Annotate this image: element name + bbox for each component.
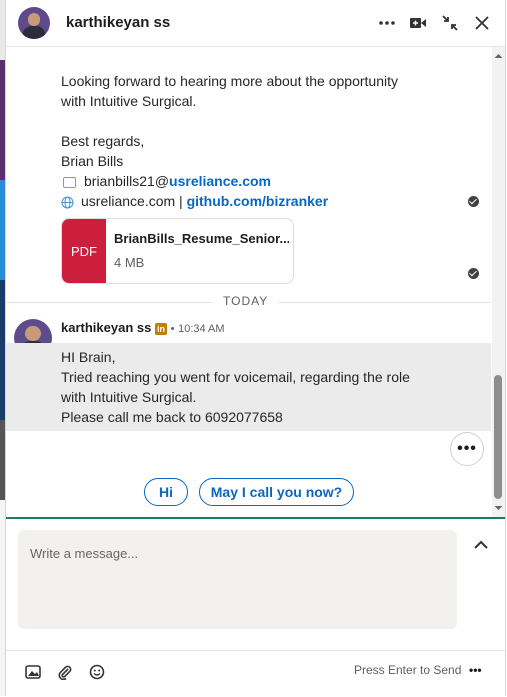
signoff-text: Best regards, xyxy=(61,133,145,149)
video-call-icon[interactable] xyxy=(407,12,429,34)
send-hint: Press Enter to Send xyxy=(354,663,462,677)
scroll-up-arrow-icon[interactable] xyxy=(492,51,505,61)
compose-divider xyxy=(6,517,505,519)
image-icon[interactable] xyxy=(22,661,44,683)
scrollbar[interactable] xyxy=(492,47,505,517)
send-options-button[interactable]: ••• xyxy=(469,663,482,677)
message-list[interactable]: Looking forward to hearing more about th… xyxy=(6,47,491,517)
message-line: Tried reaching you went for voicemail, r… xyxy=(61,369,410,385)
highlighted-message: HI Brain, Tried reaching you went for vo… xyxy=(6,343,491,431)
sender-name[interactable]: karthikeyan ss xyxy=(61,320,151,335)
linkedin-icon: in xyxy=(154,322,167,335)
email-icon xyxy=(63,176,76,188)
chevron-up-icon[interactable] xyxy=(470,534,492,556)
scroll-down-arrow-icon[interactable] xyxy=(492,503,505,513)
site-text: usreliance.com xyxy=(81,193,176,209)
date-divider-label: TODAY xyxy=(213,294,279,308)
minimize-icon[interactable] xyxy=(439,12,461,34)
website-line: usreliance.com | github.com/bizranker xyxy=(61,191,328,211)
message-options-button[interactable]: ••• xyxy=(450,432,484,466)
email-user: brianbills21@ xyxy=(84,173,170,189)
scrollbar-thumb[interactable] xyxy=(494,375,502,499)
attachment-name: BrianBills_Resume_Senior... xyxy=(114,231,289,246)
conversation-header: karthikeyan ss xyxy=(6,0,505,47)
contact-name[interactable]: karthikeyan ss xyxy=(66,14,170,31)
attachment-size: 4 MB xyxy=(114,255,145,270)
message-time: 10:34 AM xyxy=(178,323,225,335)
dot: • xyxy=(170,323,175,335)
messaging-panel: karthikeyan ss Looking forward to hearin… xyxy=(5,0,506,696)
message-line: with Intuitive Surgical. xyxy=(61,93,197,109)
compose-footer: Press Enter to Send ••• xyxy=(6,650,505,697)
message-line: Please call me back to 6092077658 xyxy=(61,409,283,425)
attachment-card[interactable]: PDF BrianBills_Resume_Senior... 4 MB xyxy=(61,218,294,284)
message-line: Looking forward to hearing more about th… xyxy=(61,73,398,89)
quick-reply-hi[interactable]: Hi xyxy=(144,478,188,506)
emoji-icon[interactable] xyxy=(86,661,108,683)
paperclip-icon[interactable] xyxy=(54,661,76,683)
separator: | xyxy=(179,193,183,209)
globe-icon xyxy=(61,196,74,209)
message-placeholder: Write a message... xyxy=(30,546,139,561)
avatar[interactable] xyxy=(18,7,50,39)
message-meta: karthikeyan ss in • 10:34 AM xyxy=(61,320,225,335)
seen-check-icon xyxy=(468,268,479,279)
message-input[interactable]: Write a message... xyxy=(18,530,457,629)
seen-check-icon xyxy=(468,196,479,207)
github-link[interactable]: github.com/bizranker xyxy=(187,193,329,209)
quick-reply-call[interactable]: May I call you now? xyxy=(199,478,354,506)
ellipsis-icon[interactable] xyxy=(376,12,398,34)
message-line: with Intuitive Surgical. xyxy=(61,389,197,405)
pdf-icon: PDF xyxy=(62,219,106,283)
message-line: HI Brain, xyxy=(61,349,116,365)
signer-name: Brian Bills xyxy=(61,153,124,169)
email-line: brianbills21@usreliance.com xyxy=(61,171,271,191)
email-domain-link[interactable]: usreliance.com xyxy=(169,173,271,189)
close-icon[interactable] xyxy=(471,12,493,34)
